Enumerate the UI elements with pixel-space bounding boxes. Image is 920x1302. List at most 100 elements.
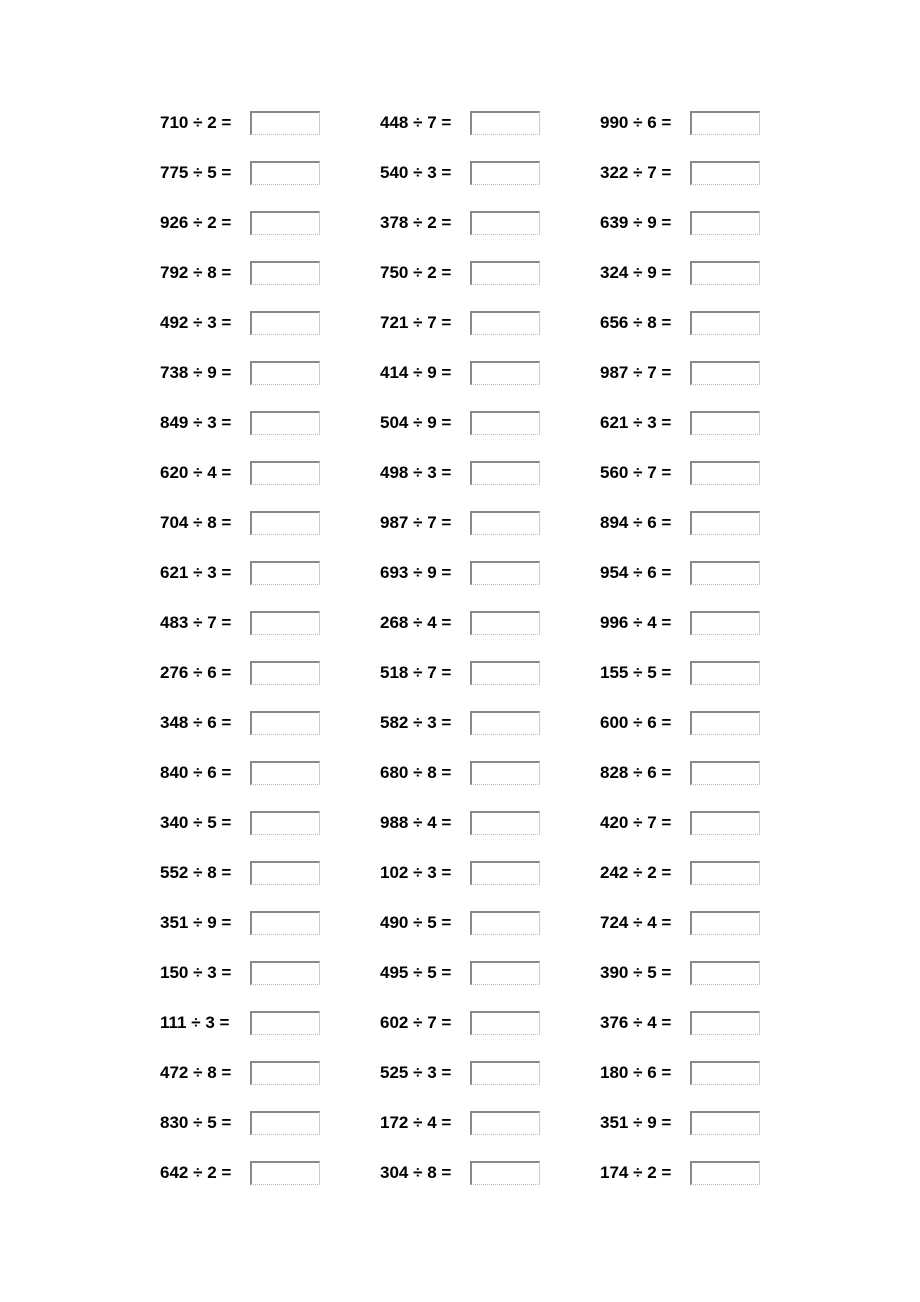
- problem-row: 792 ÷ 8 =: [160, 260, 320, 286]
- answer-input[interactable]: [250, 111, 320, 135]
- answer-input[interactable]: [470, 711, 540, 735]
- answer-input[interactable]: [250, 1011, 320, 1035]
- divisor: 6: [207, 713, 216, 732]
- answer-input[interactable]: [690, 161, 760, 185]
- answer-input[interactable]: [250, 761, 320, 785]
- answer-input[interactable]: [250, 661, 320, 685]
- divisor: 8: [207, 263, 216, 282]
- answer-input[interactable]: [470, 761, 540, 785]
- problem-row: 710 ÷ 2 =: [160, 110, 320, 136]
- answer-input[interactable]: [250, 411, 320, 435]
- answer-input[interactable]: [690, 361, 760, 385]
- problem-expression: 540 ÷ 3 =: [380, 163, 470, 183]
- divide-symbol: ÷: [193, 413, 202, 432]
- answer-input[interactable]: [250, 711, 320, 735]
- answer-input[interactable]: [690, 861, 760, 885]
- answer-input[interactable]: [250, 961, 320, 985]
- answer-input[interactable]: [470, 1161, 540, 1185]
- answer-input[interactable]: [470, 661, 540, 685]
- answer-input[interactable]: [470, 561, 540, 585]
- answer-input[interactable]: [690, 961, 760, 985]
- answer-input[interactable]: [470, 461, 540, 485]
- divide-symbol: ÷: [633, 813, 642, 832]
- answer-input[interactable]: [250, 1161, 320, 1185]
- answer-input[interactable]: [470, 261, 540, 285]
- divide-symbol: ÷: [413, 563, 422, 582]
- dividend: 987: [600, 363, 628, 382]
- answer-input[interactable]: [690, 911, 760, 935]
- answer-input[interactable]: [690, 111, 760, 135]
- answer-input[interactable]: [690, 761, 760, 785]
- worksheet: 710 ÷ 2 = 775 ÷ 5 = 926 ÷ 2 = 792 ÷ 8 = …: [0, 110, 920, 1186]
- answer-input[interactable]: [470, 211, 540, 235]
- divide-symbol: ÷: [633, 163, 642, 182]
- answer-input[interactable]: [470, 161, 540, 185]
- answer-input[interactable]: [250, 311, 320, 335]
- answer-input[interactable]: [250, 211, 320, 235]
- answer-input[interactable]: [470, 1011, 540, 1035]
- answer-input[interactable]: [690, 1111, 760, 1135]
- answer-input[interactable]: [470, 811, 540, 835]
- divisor: 4: [647, 913, 656, 932]
- answer-input[interactable]: [690, 611, 760, 635]
- answer-input[interactable]: [470, 111, 540, 135]
- problem-expression: 840 ÷ 6 =: [160, 763, 250, 783]
- answer-input[interactable]: [470, 611, 540, 635]
- answer-input[interactable]: [250, 161, 320, 185]
- problem-row: 926 ÷ 2 =: [160, 210, 320, 236]
- problem-row: 639 ÷ 9 =: [600, 210, 760, 236]
- answer-input[interactable]: [470, 311, 540, 335]
- answer-input[interactable]: [690, 311, 760, 335]
- dividend: 348: [160, 713, 188, 732]
- answer-input[interactable]: [690, 1011, 760, 1035]
- answer-input[interactable]: [250, 861, 320, 885]
- divisor: 6: [207, 663, 216, 682]
- answer-input[interactable]: [690, 711, 760, 735]
- answer-input[interactable]: [470, 1061, 540, 1085]
- problem-expression: 348 ÷ 6 =: [160, 713, 250, 733]
- answer-input[interactable]: [690, 511, 760, 535]
- answer-input[interactable]: [470, 961, 540, 985]
- problem-row: 322 ÷ 7 =: [600, 160, 760, 186]
- answer-input[interactable]: [470, 511, 540, 535]
- answer-input[interactable]: [690, 261, 760, 285]
- answer-input[interactable]: [250, 911, 320, 935]
- answer-input[interactable]: [690, 411, 760, 435]
- divide-symbol: ÷: [413, 113, 422, 132]
- answer-input[interactable]: [690, 561, 760, 585]
- answer-input[interactable]: [250, 561, 320, 585]
- answer-input[interactable]: [690, 661, 760, 685]
- divide-symbol: ÷: [193, 713, 202, 732]
- answer-input[interactable]: [470, 411, 540, 435]
- problem-expression: 987 ÷ 7 =: [380, 513, 470, 533]
- divide-symbol: ÷: [193, 1163, 202, 1182]
- answer-input[interactable]: [250, 611, 320, 635]
- equals-symbol: =: [661, 613, 671, 632]
- answer-input[interactable]: [690, 811, 760, 835]
- answer-input[interactable]: [470, 911, 540, 935]
- answer-input[interactable]: [250, 361, 320, 385]
- answer-input[interactable]: [250, 1061, 320, 1085]
- divide-symbol: ÷: [413, 913, 422, 932]
- answer-input[interactable]: [690, 211, 760, 235]
- divisor: 3: [427, 163, 436, 182]
- answer-input[interactable]: [690, 1161, 760, 1185]
- column-1: 710 ÷ 2 = 775 ÷ 5 = 926 ÷ 2 = 792 ÷ 8 = …: [160, 110, 320, 1186]
- answer-input[interactable]: [470, 861, 540, 885]
- answer-input[interactable]: [690, 461, 760, 485]
- equals-symbol: =: [661, 1063, 671, 1082]
- dividend: 987: [380, 513, 408, 532]
- answer-input[interactable]: [470, 1111, 540, 1135]
- answer-input[interactable]: [250, 1111, 320, 1135]
- answer-input[interactable]: [250, 461, 320, 485]
- answer-input[interactable]: [470, 361, 540, 385]
- divisor: 9: [207, 363, 216, 382]
- equals-symbol: =: [221, 613, 231, 632]
- dividend: 180: [600, 1063, 628, 1082]
- answer-input[interactable]: [250, 261, 320, 285]
- answer-input[interactable]: [250, 811, 320, 835]
- dividend: 378: [380, 213, 408, 232]
- problem-expression: 954 ÷ 6 =: [600, 563, 690, 583]
- answer-input[interactable]: [690, 1061, 760, 1085]
- answer-input[interactable]: [250, 511, 320, 535]
